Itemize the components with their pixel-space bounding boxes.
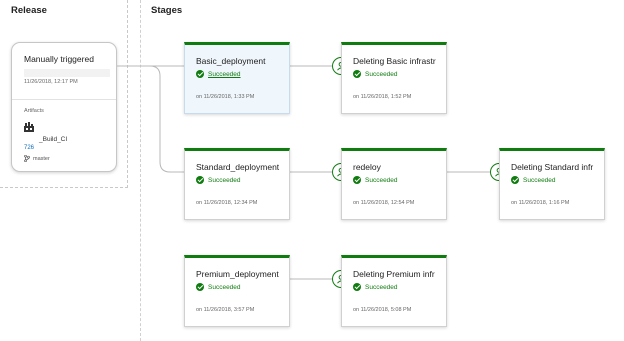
- stage-name: Basic_deployment: [196, 56, 266, 66]
- stage-status[interactable]: Succeeded: [353, 70, 398, 78]
- stage-time: on 11/26/2018, 1:33 PM: [196, 94, 255, 100]
- stage-deleting-premium[interactable]: Deleting Premium infr Succeeded on 11/26…: [341, 255, 447, 327]
- stage-premium-deployment[interactable]: Premium_deployment Succeeded on 11/26/20…: [184, 255, 290, 327]
- check-circle-icon: [353, 283, 361, 291]
- stage-deleting-basic[interactable]: Deleting Basic infrastr Succeeded on 11/…: [341, 42, 447, 114]
- stage-name: Deleting Basic infrastr: [353, 56, 436, 66]
- stage-redeloy[interactable]: redeloy Succeeded on 11/26/2018, 12:54 P…: [341, 148, 447, 220]
- stage-time: on 11/26/2018, 1:16 PM: [511, 200, 570, 206]
- stage-status[interactable]: Succeeded: [353, 283, 398, 291]
- stage-name: Standard_deployment: [196, 162, 280, 172]
- stage-status[interactable]: Succeeded: [196, 70, 241, 78]
- stage-status[interactable]: Succeeded: [196, 176, 241, 184]
- stage-status[interactable]: Succeeded: [196, 283, 241, 291]
- stage-status-text: Succeeded: [365, 70, 398, 78]
- stage-status[interactable]: Succeeded: [511, 176, 556, 184]
- stage-basic-deployment[interactable]: Basic_deployment Succeeded on 11/26/2018…: [184, 42, 290, 114]
- stage-status[interactable]: Succeeded: [353, 176, 398, 184]
- stage-time: on 11/26/2018, 12:34 PM: [196, 200, 258, 206]
- stage-name: Premium_deployment: [196, 269, 279, 279]
- stage-status-text: Succeeded: [208, 283, 241, 291]
- stage-standard-deployment[interactable]: Standard_deployment Succeeded on 11/26/2…: [184, 148, 290, 220]
- stage-status-text: Succeeded: [365, 176, 398, 184]
- stage-status-link[interactable]: Succeeded: [208, 71, 241, 78]
- stage-time: on 11/26/2018, 5:08 PM: [353, 307, 412, 313]
- stage-time: on 11/26/2018, 3:57 PM: [196, 307, 255, 313]
- check-circle-icon: [196, 283, 204, 291]
- check-circle-icon: [353, 176, 361, 184]
- stage-time: on 11/26/2018, 1:52 PM: [353, 94, 412, 100]
- stage-name: Deleting Standard infr: [511, 162, 594, 172]
- check-circle-icon: [511, 176, 519, 184]
- check-circle-icon: [196, 70, 204, 78]
- check-circle-icon: [353, 70, 361, 78]
- stage-name: Deleting Premium infr: [353, 269, 435, 279]
- stage-name: redeloy: [353, 162, 381, 172]
- stage-time: on 11/26/2018, 12:54 PM: [353, 200, 415, 206]
- stage-status-text: Succeeded: [208, 176, 241, 184]
- stage-deleting-standard[interactable]: Deleting Standard infr Succeeded on 11/2…: [499, 148, 605, 220]
- stage-status-text: Succeeded: [523, 176, 556, 184]
- stage-status-text: Succeeded: [365, 283, 398, 291]
- check-circle-icon: [196, 176, 204, 184]
